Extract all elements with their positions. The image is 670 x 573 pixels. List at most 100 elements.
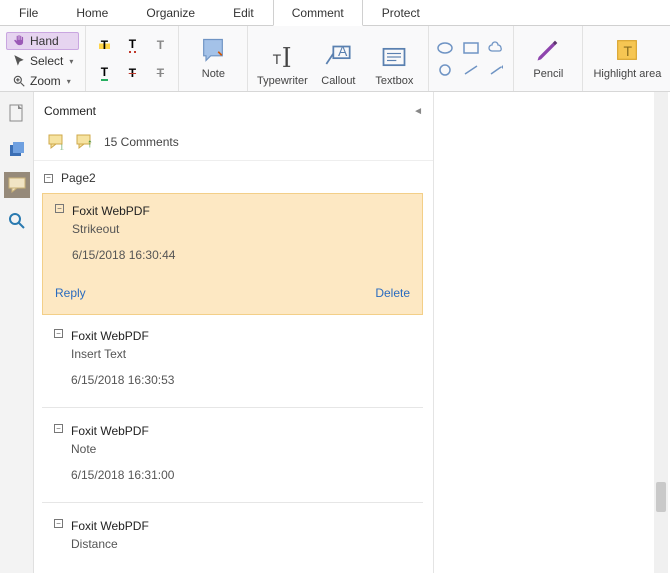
hand-tool-button[interactable]: Hand (6, 32, 79, 50)
shape-ellipse-button[interactable] (435, 39, 455, 57)
panel-toolbar: ↓ ↑ 15 Comments (34, 130, 433, 161)
collapse-box-icon[interactable]: − (44, 174, 53, 183)
textbox-label: Textbox (375, 75, 413, 87)
sidebar-thumbnails-button[interactable] (4, 100, 30, 126)
menu-protect[interactable]: Protect (363, 0, 439, 25)
squiggly-text-button[interactable]: T (120, 33, 144, 57)
delete-link[interactable]: Delete (375, 286, 410, 300)
dropdown-icon: ▾ (67, 77, 71, 86)
underline-t-icon: T (101, 65, 108, 81)
collapse-box-icon[interactable]: − (55, 204, 64, 213)
ribbon-group-textmarkup: T T T T T T (86, 26, 179, 91)
workspace: Comment ◄ ↓ ↑ 15 Comments − Page2 − (0, 92, 670, 573)
textbox-button[interactable]: Textbox (366, 30, 422, 87)
panel-title: Comment (44, 104, 96, 118)
comment-item[interactable]: − Foxit WebPDF Insert Text 6/15/2018 16:… (42, 319, 423, 401)
scrollbar-thumb[interactable] (656, 482, 666, 512)
comment-type: Strikeout (72, 222, 410, 236)
strikeout-text-button[interactable]: T (120, 61, 144, 85)
highlight-t-icon: T (99, 38, 110, 52)
comment-icon (8, 177, 26, 193)
comment-timestamp: 6/15/2018 16:30:44 (72, 248, 410, 262)
vertical-sidebar (0, 92, 34, 573)
replace-text-button[interactable]: T (148, 61, 172, 85)
reply-link[interactable]: Reply (55, 286, 86, 300)
zoom-tool-label: Zoom (30, 74, 61, 88)
comment-item[interactable]: − Foxit WebPDF Distance (42, 509, 423, 565)
squiggly-t-icon: T (129, 37, 136, 53)
strikeout-t-icon: T (129, 66, 136, 80)
shape-circle-button[interactable] (435, 61, 455, 79)
highlight-area-button[interactable]: T Highlight area (589, 30, 665, 80)
comment-list[interactable]: − Page2 − Foxit WebPDF Strikeout 6/15/20… (34, 161, 433, 573)
underline-text-button[interactable]: T (92, 61, 116, 85)
sidebar-comments-button[interactable] (4, 172, 30, 198)
zoom-tool-button[interactable]: Zoom ▾ (6, 72, 79, 90)
svg-text:A: A (338, 43, 348, 59)
shape-line-button[interactable] (461, 61, 481, 79)
comment-item[interactable]: − Foxit WebPDF Note 6/15/2018 16:31:00 (42, 414, 423, 496)
callout-button[interactable]: A Callout (310, 30, 366, 87)
select-tool-button[interactable]: Select ▾ (6, 52, 79, 70)
comment-author: Foxit WebPDF (71, 424, 411, 438)
ribbon-group-textboxes: T Typewriter A Callout Textbox (248, 26, 429, 91)
page-label: Page2 (61, 171, 96, 185)
highlight-area-label: Highlight area (593, 68, 661, 80)
ribbon-group-highlight: T Highlight area (583, 26, 670, 91)
zoom-icon (12, 74, 26, 88)
shape-cloud-button[interactable] (487, 39, 507, 57)
vertical-scrollbar[interactable] (654, 92, 668, 573)
ribbon: Hand Select ▾ Zoom ▾ T T T T (0, 26, 670, 92)
hand-icon (12, 34, 26, 48)
select-tool-label: Select (30, 54, 63, 68)
menu-comment[interactable]: Comment (273, 0, 363, 26)
separator (42, 407, 423, 408)
svg-text:↓: ↓ (59, 140, 65, 150)
comment-panel: Comment ◄ ↓ ↑ 15 Comments − Page2 − (34, 92, 434, 573)
comment-author: Foxit WebPDF (72, 204, 410, 218)
highlight-text-button[interactable]: T (92, 33, 116, 57)
comment-count-label: 15 Comments (104, 135, 179, 149)
menu-edit[interactable]: Edit (214, 0, 273, 25)
shape-arrow-button[interactable] (487, 61, 507, 79)
callout-icon: A (324, 39, 352, 75)
menu-home[interactable]: Home (57, 0, 127, 25)
pencil-icon (534, 32, 562, 68)
page-icon (9, 104, 25, 122)
document-area[interactable] (434, 92, 670, 573)
comment-type: Distance (71, 537, 411, 551)
menu-organize[interactable]: Organize (127, 0, 214, 25)
replace-t-icon: T (157, 66, 164, 80)
menu-bar: File Home Organize Edit Comment Protect (0, 0, 670, 26)
menu-file[interactable]: File (0, 0, 57, 25)
typewriter-button[interactable]: T Typewriter (254, 30, 310, 87)
comment-item[interactable]: − Foxit WebPDF Strikeout 6/15/2018 16:30… (42, 193, 423, 315)
note-button[interactable]: Note (185, 30, 241, 80)
svg-text:↑: ↑ (87, 136, 93, 150)
caret-t-icon: T (157, 38, 164, 52)
caret-text-button[interactable]: T (148, 33, 172, 57)
cursor-icon (12, 54, 26, 68)
sidebar-layers-button[interactable] (4, 136, 30, 162)
typewriter-icon: T (268, 39, 296, 75)
collapse-box-icon[interactable]: − (54, 329, 63, 338)
expand-all-button[interactable]: ↓ (48, 134, 66, 150)
search-icon (8, 212, 26, 230)
comment-author: Foxit WebPDF (71, 519, 411, 533)
collapse-all-button[interactable]: ↑ (76, 134, 94, 150)
ribbon-group-tools: Hand Select ▾ Zoom ▾ (0, 26, 86, 91)
comment-author: Foxit WebPDF (71, 329, 411, 343)
page-group-header[interactable]: − Page2 (42, 167, 423, 193)
shape-rect-button[interactable] (461, 39, 481, 57)
pencil-label: Pencil (533, 68, 563, 80)
collapse-box-icon[interactable]: − (54, 424, 63, 433)
dropdown-icon: ▾ (69, 57, 73, 66)
textbox-icon (380, 39, 408, 75)
comment-type: Note (71, 442, 411, 456)
sidebar-search-button[interactable] (4, 208, 30, 234)
pencil-button[interactable]: Pencil (520, 30, 576, 80)
note-label: Note (202, 68, 225, 80)
collapse-box-icon[interactable]: − (54, 519, 63, 528)
separator (42, 502, 423, 503)
panel-collapse-button[interactable]: ◄ (413, 106, 423, 117)
